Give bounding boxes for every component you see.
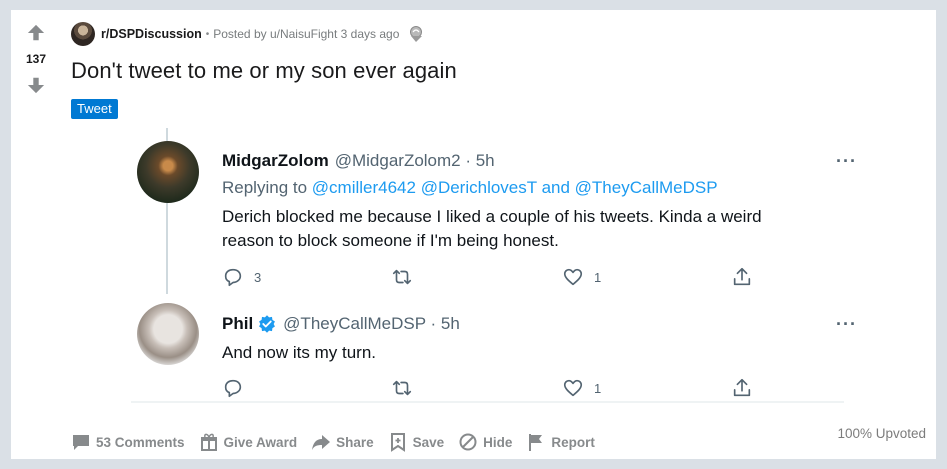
tweet1-like-count: 1 [594,269,602,285]
tweet-divider [131,401,844,403]
post-flair[interactable]: Tweet [71,99,118,119]
award-icon[interactable] [407,24,427,44]
hide-button[interactable]: Hide [458,432,512,452]
retweet-icon [392,380,412,396]
separator-dot: • [205,28,210,40]
tweet1-author-name[interactable]: MidgarZolom [222,151,329,171]
report-button[interactable]: Report [526,432,595,452]
tweet1-reply-button[interactable]: 3 [222,266,261,288]
tweet2-header: Phil @TheyCallMeDSP · 5h [222,314,460,334]
tweet2-retweet-button[interactable] [391,377,413,399]
share-arrow-icon [312,435,331,450]
subreddit-link[interactable]: r/DSPDiscussion [101,27,202,41]
like-icon [563,268,583,286]
tweet1-like-button[interactable]: 1 [562,266,601,288]
upvote-ratio: 100% Upvoted [837,426,926,441]
reply-icon [224,379,242,398]
replying-mentions[interactable]: @cmiller4642 @DerichlovesT [312,178,537,197]
post-actions: 53 Comments Give Award Share Save Hide R… [71,430,609,454]
tweet2-like-button[interactable]: 1 [562,377,601,399]
tweet2-more-icon[interactable]: ··· [836,314,857,335]
give-award-label: Give Award [223,434,298,450]
tweet2-avatar[interactable] [137,303,199,365]
subreddit-avatar[interactable] [71,22,95,46]
comments-button[interactable]: 53 Comments [71,432,185,452]
tweet2-reply-button[interactable] [222,377,244,399]
gift-icon [200,433,217,451]
page-background-strip [0,461,947,469]
tweet2-like-count: 1 [594,380,602,396]
comments-label: 53 Comments [96,434,185,450]
report-icon [529,434,543,451]
vote-column: 137 [11,10,61,120]
posted-by[interactable]: Posted by u/NaisuFight 3 days ago [213,27,399,41]
downvote-icon[interactable] [27,76,45,94]
vote-score: 137 [25,52,47,66]
tweet1-avatar[interactable] [137,141,199,203]
tweet1-header: MidgarZolom @MidgarZolom2 · 5h [222,151,495,171]
tweet1-handle[interactable]: @MidgarZolom2 · 5h [335,151,495,171]
replying-and: and [536,178,575,197]
save-button[interactable]: Save [388,432,445,452]
tweet1-reply-count: 3 [254,269,262,285]
tweet2-author-name[interactable]: Phil [222,314,253,334]
share-label: Share [336,434,374,450]
like-icon [563,379,583,397]
tweet2-handle[interactable]: @TheyCallMeDSP · 5h [283,314,460,334]
post-title[interactable]: Don't tweet to me or my son ever again [71,58,457,84]
share-icon [733,378,751,397]
tweet1-replying-to: Replying to @cmiller4642 @DerichlovesT a… [222,178,718,198]
report-label: Report [551,434,595,450]
tweet1-text-line2: reason to block someone if I'm being hon… [222,231,559,250]
replying-last-mention[interactable]: @TheyCallMeDSP [575,178,718,197]
hide-icon [459,433,477,451]
tweet1-text-line1: Derich blocked me because I liked a coup… [222,207,762,226]
replying-prefix: Replying to [222,178,312,197]
tweet1-text: Derich blocked me because I liked a coup… [222,205,762,253]
hide-label: Hide [483,434,513,450]
upvote-icon[interactable] [27,24,45,42]
tweet2-text: And now its my turn. [222,341,376,365]
tweet1-more-icon[interactable]: ··· [836,151,857,172]
share-button[interactable]: Share [311,432,374,452]
save-icon [390,433,405,452]
save-label: Save [412,434,445,450]
retweet-icon [392,269,412,285]
tweet1-retweet-button[interactable] [391,266,413,288]
post-meta: r/DSPDiscussion • Posted by u/NaisuFight… [71,22,427,46]
tweet1-share-button[interactable] [731,266,753,288]
share-icon [733,267,751,286]
tweet2-text-line1: And now its my turn. [222,343,377,362]
give-award-button[interactable]: Give Award [199,432,298,452]
verified-icon [259,315,276,333]
comment-icon [73,435,89,450]
tweet2-share-button[interactable] [731,377,753,399]
reply-icon [224,268,242,287]
